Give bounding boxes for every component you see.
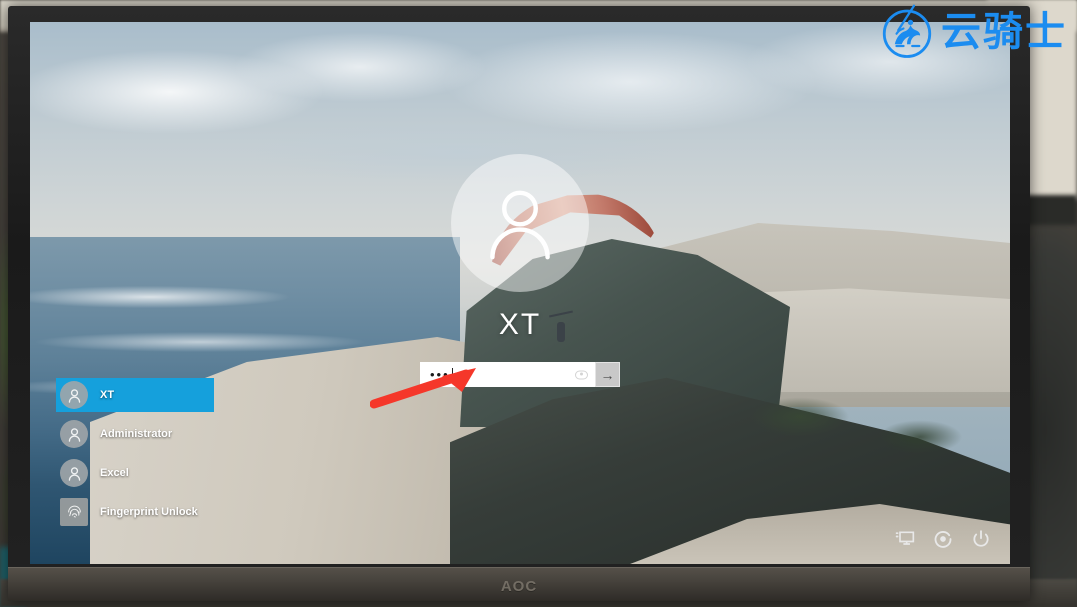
user-list-item-xt[interactable]: XT [56,378,214,412]
watermark-text: 云骑士 [941,9,1067,55]
monitor-brand-logo: AOC [500,578,538,595]
user-list-item-label: Fingerprint Unlock [100,506,198,518]
user-list: XT Administrator Excel Fingerprint Unloc… [56,378,216,534]
monitor-bottom-bezel: AOC [8,567,1030,601]
watermark: 云骑士 [879,4,1067,60]
submit-button[interactable]: → [595,362,620,387]
user-list-item-excel[interactable]: Excel [56,456,216,490]
monitor-screen: XT ••• → XT Administrator Excel Fingerpr… [30,22,1010,564]
password-row: ••• → [420,362,620,387]
room-photograph: XT ••• → XT Administrator Excel Fingerpr… [0,0,1077,607]
network-icon[interactable] [894,528,916,550]
password-input[interactable]: ••• [420,362,595,387]
user-list-item-label: Excel [100,467,129,479]
user-list-item-label: XT [100,389,115,401]
password-masked-value: ••• [430,367,450,382]
user-avatar-icon [60,420,88,448]
wallpaper-vegetation [710,377,1010,497]
user-avatar-icon [451,154,589,292]
computer-monitor: XT ••• → XT Administrator Excel Fingerpr… [8,6,1030,601]
power-icon[interactable] [970,528,992,550]
horse-rider-circle-icon [882,4,932,58]
eye-icon[interactable] [575,370,588,379]
user-list-item-administrator[interactable]: Administrator [56,417,216,451]
user-list-item-fingerprint[interactable]: Fingerprint Unlock [56,495,216,529]
fingerprint-icon [60,498,88,526]
lockscreen-actions [894,528,992,550]
current-user-block: XT [30,154,1010,342]
ease-of-access-icon[interactable] [932,528,954,550]
text-caret [451,367,453,382]
user-list-item-label: Administrator [100,428,173,440]
page-title: XT [498,308,542,341]
user-avatar-icon [60,381,88,409]
user-avatar-icon [60,459,88,487]
